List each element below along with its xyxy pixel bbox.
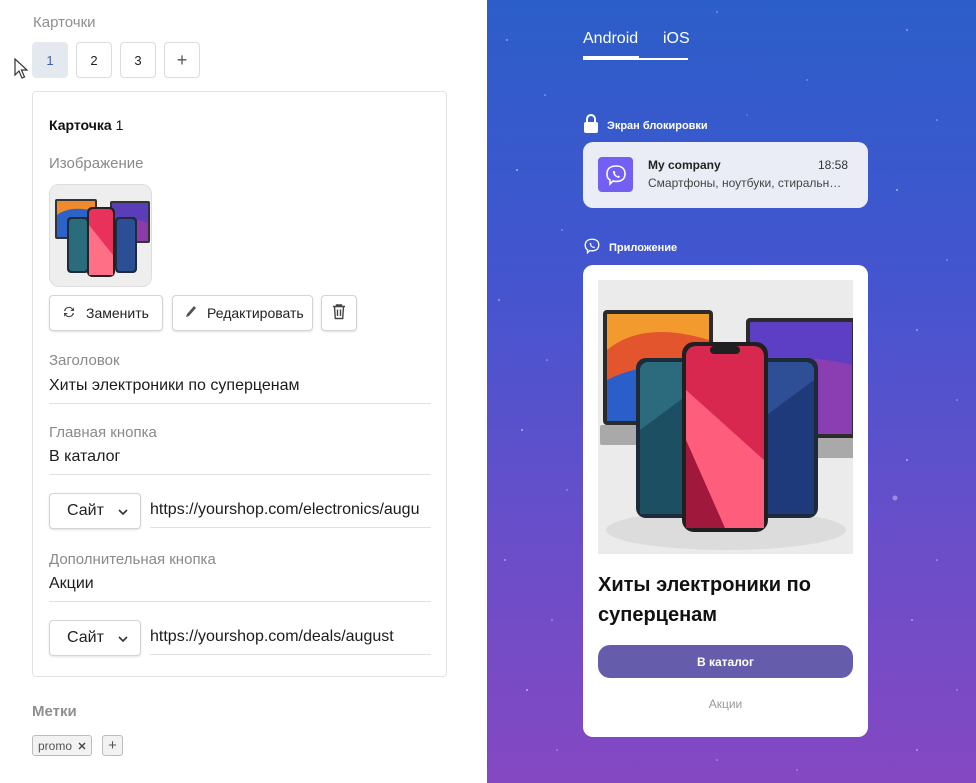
extra-button-label: Дополнительная кнопка: [49, 551, 216, 568]
chevron-down-icon: [118, 629, 128, 647]
main-button-label: Главная кнопка: [49, 424, 157, 441]
app-section: Приложение: [583, 237, 677, 258]
trash-icon: [331, 303, 347, 323]
tag-label: promo: [38, 738, 73, 753]
card-heading-number: 1: [115, 117, 124, 133]
add-card-button[interactable]: +: [164, 42, 200, 78]
add-tag-button[interactable]: +: [102, 735, 123, 756]
edit-image-button[interactable]: Редактировать: [172, 295, 313, 331]
close-icon[interactable]: [78, 739, 86, 753]
tag-chip-promo: promo: [32, 735, 93, 756]
card-tab-2[interactable]: 2: [76, 42, 112, 78]
extra-link-type-select[interactable]: Сайт: [49, 620, 141, 656]
tab-ios[interactable]: iOS: [663, 30, 690, 48]
tags-section-title: Метки: [32, 703, 77, 720]
notification-text: Смартфоны, ноутбуки, стиральные машины: [648, 176, 848, 190]
title-input[interactable]: Хиты электроники по суперценам: [49, 377, 431, 404]
cards-section-title: Карточки: [33, 14, 96, 31]
card-image-thumbnail[interactable]: [49, 184, 152, 287]
delete-image-button[interactable]: [321, 295, 357, 331]
main-button-input[interactable]: В каталог: [49, 448, 431, 475]
refresh-icon: [62, 305, 76, 322]
active-tab-indicator: [583, 56, 639, 60]
card-editor-panel: Карточки 1 2 3 + Карточка 1 Изображение: [0, 0, 487, 783]
cursor-arrow-icon: [14, 57, 29, 85]
viber-icon: [583, 237, 601, 258]
lock-icon: [583, 114, 599, 137]
notification-time: 18:58: [817, 158, 848, 172]
viber-icon: [598, 157, 633, 192]
extra-button-input[interactable]: Акции: [49, 575, 431, 602]
message-title: Хиты электроники по суперценам: [598, 574, 811, 626]
lock-screen-notification: My company 18:58 Смартфоны, ноутбуки, ст…: [583, 142, 868, 208]
promotions-link[interactable]: Акции: [598, 697, 853, 711]
chevron-down-icon: [118, 502, 128, 520]
notification-company: My company: [648, 158, 721, 172]
pencil-icon: [185, 305, 197, 322]
catalog-button[interactable]: В каталог: [598, 645, 853, 678]
main-link-type-select[interactable]: Сайт: [49, 493, 141, 529]
extra-link-type-value: Сайт: [67, 629, 104, 646]
os-tabs: Android iOS: [583, 30, 690, 60]
edit-button-label: Редактировать: [207, 305, 304, 321]
app-section-label: Приложение: [609, 241, 678, 254]
card-heading: Карточка 1: [49, 117, 123, 133]
main-link-url-input[interactable]: https://yourshop.com/electronics/augu: [150, 501, 431, 528]
card-tab-1[interactable]: 1: [32, 42, 68, 78]
title-label: Заголовок: [49, 352, 120, 369]
card-form: Карточка 1 Изображение Заменить Редактир…: [32, 91, 447, 677]
card-tab-3[interactable]: 3: [120, 42, 156, 78]
extra-link-url-input[interactable]: https://yourshop.com/deals/august: [150, 628, 431, 655]
replace-image-button[interactable]: Заменить: [49, 295, 163, 331]
card-heading-label: Карточка: [49, 117, 112, 133]
lock-screen-section: Экран блокировки: [583, 114, 708, 137]
lock-section-label: Экран блокировки: [607, 119, 708, 132]
replace-button-label: Заменить: [86, 305, 149, 321]
message-image: [598, 280, 853, 554]
app-message-card: Хиты электроники по суперценам В каталог…: [583, 265, 868, 737]
tab-android[interactable]: Android: [583, 30, 638, 48]
message-preview-panel: Android iOS Экран блокировки My company …: [487, 0, 976, 783]
image-label: Изображение: [49, 155, 144, 172]
main-link-type-value: Сайт: [67, 502, 104, 519]
